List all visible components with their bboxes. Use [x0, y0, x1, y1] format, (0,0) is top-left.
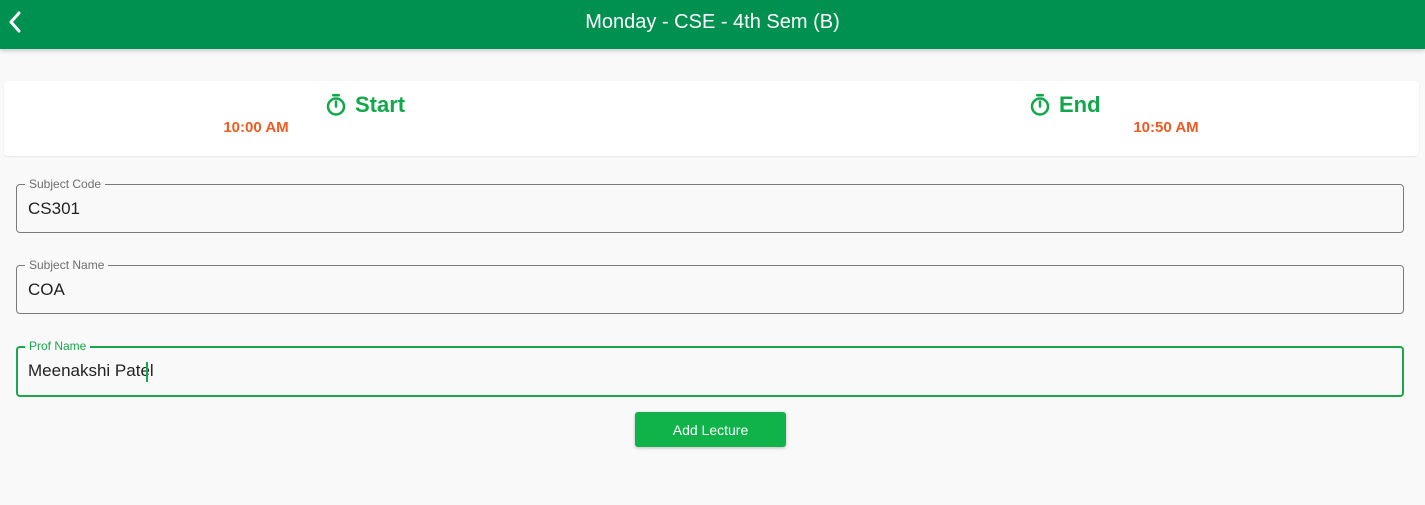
prof-name-input[interactable] [28, 359, 1391, 383]
add-lecture-button[interactable]: Add Lecture [635, 412, 786, 447]
page-title: Monday - CSE - 4th Sem (B) [585, 10, 840, 33]
lecture-time-card: Start 10:00 AM End 10:50 AM [4, 81, 1419, 156]
subject-code-field: Subject Code [16, 177, 1404, 233]
subject-name-label: Subject Name [25, 258, 109, 272]
text-cursor [146, 362, 148, 382]
back-button[interactable] [0, 0, 30, 44]
start-label: Start [355, 92, 406, 117]
subject-code-label: Subject Code [25, 177, 106, 191]
subject-name-field: Subject Name [16, 258, 1404, 314]
end-label: End [1059, 92, 1101, 117]
app-bar: Monday - CSE - 4th Sem (B) [0, 0, 1425, 49]
subject-code-input[interactable] [28, 197, 1392, 221]
prof-name-field: Prof Name [16, 339, 1404, 397]
start-time-picker[interactable]: Start [325, 90, 405, 120]
start-time-value: 10:00 AM [223, 119, 289, 136]
end-time-value: 10:50 AM [1133, 119, 1199, 136]
stopwatch-icon [326, 94, 346, 116]
end-time-picker[interactable]: End [1029, 90, 1101, 120]
chevron-left-icon [9, 11, 21, 33]
subject-name-input[interactable] [28, 278, 1392, 302]
stopwatch-icon [1030, 94, 1050, 116]
prof-name-label: Prof Name [25, 339, 91, 353]
